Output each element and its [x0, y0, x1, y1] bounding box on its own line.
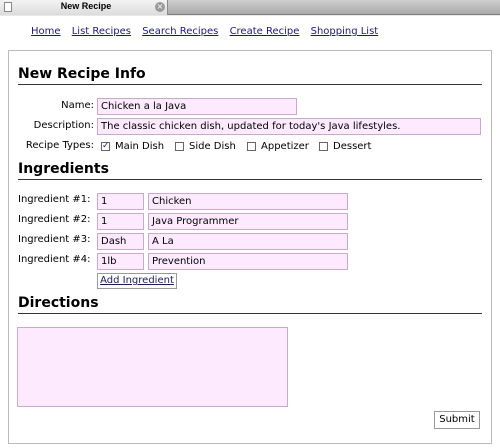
browser-tab[interactable]: New Recipe × [0, 0, 168, 15]
ingredient-3-qty[interactable]: Dash [97, 233, 144, 250]
tab-title: New Recipe [60, 1, 112, 11]
browser-tab-bar: New Recipe × [0, 0, 500, 15]
add-ingredient-button[interactable]: Add Ingredient [97, 273, 177, 289]
ingredient-1-item[interactable]: Chicken [148, 193, 348, 210]
appetizer-checkbox[interactable] [247, 142, 256, 151]
directions-textarea[interactable] [17, 327, 288, 407]
dessert-label: Dessert [333, 141, 372, 152]
ingredient-2-item[interactable]: Java Programmer [148, 213, 348, 230]
nav-search-recipes[interactable]: Search Recipes [142, 26, 218, 37]
ingredient-4-item[interactable]: Prevention [148, 253, 348, 270]
ingredient-2-qty[interactable]: 1 [97, 213, 144, 230]
recipe-form: New Recipe Info Name: Chicken a la Java … [8, 50, 492, 444]
ingredient-3-item[interactable]: A La [148, 233, 348, 250]
dessert-checkbox[interactable] [319, 142, 328, 151]
main-dish-label: Main Dish [115, 141, 165, 152]
ingredient-3-label: Ingredient #3: [18, 234, 91, 245]
name-label: Name: [61, 100, 94, 111]
nav-list-recipes[interactable]: List Recipes [72, 26, 131, 37]
nav-create-recipe[interactable]: Create Recipe [230, 26, 300, 37]
recipe-info-heading: New Recipe Info [18, 66, 482, 85]
ingredient-4-qty[interactable]: 1lb [97, 253, 144, 270]
main-dish-checkbox[interactable]: ✓ [101, 142, 110, 151]
ingredient-1-label: Ingredient #1: [18, 194, 91, 205]
top-nav: Home List Recipes Search Recipes Create … [31, 26, 386, 37]
ingredient-4-label: Ingredient #4: [18, 254, 91, 265]
description-field[interactable]: The classic chicken dish, updated for to… [97, 118, 481, 135]
submit-button[interactable]: Submit [434, 411, 480, 429]
side-dish-checkbox[interactable] [175, 142, 184, 151]
ingredients-heading: Ingredients [18, 161, 482, 180]
page-content: Home List Recipes Search Recipes Create … [0, 16, 500, 448]
description-label: Description: [33, 120, 94, 131]
ingredient-1-qty[interactable]: 1 [97, 193, 144, 210]
close-icon[interactable]: × [155, 2, 165, 12]
name-field[interactable]: Chicken a la Java [97, 98, 297, 115]
directions-heading: Directions [18, 295, 482, 314]
page-icon [4, 2, 12, 12]
nav-home[interactable]: Home [31, 26, 61, 37]
side-dish-label: Side Dish [189, 141, 236, 152]
appetizer-label: Appetizer [261, 141, 309, 152]
recipe-types-label: Recipe Types: [25, 140, 94, 151]
nav-shopping-list[interactable]: Shopping List [311, 26, 379, 37]
ingredient-2-label: Ingredient #2: [18, 214, 91, 225]
